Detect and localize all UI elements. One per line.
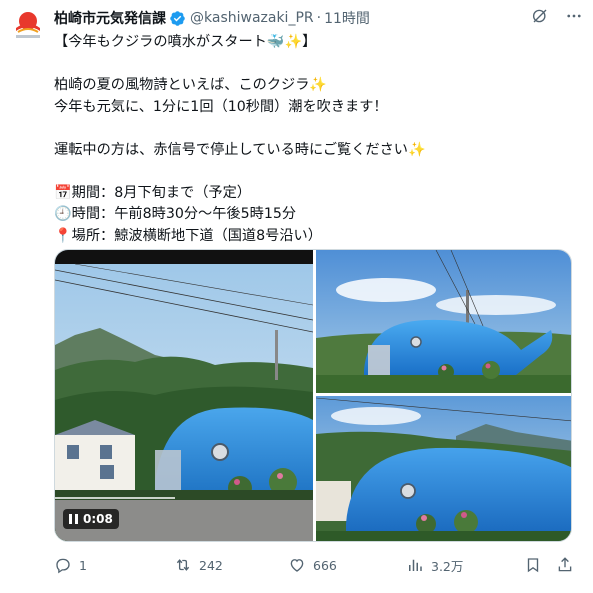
action-bar: 1 242 666 3.2万	[54, 555, 574, 575]
avatar[interactable]	[8, 4, 48, 44]
reply-count: 1	[79, 557, 87, 573]
author-name[interactable]: 柏崎市元気発信課	[54, 8, 166, 28]
repost-count: 242	[199, 557, 223, 573]
views-icon	[409, 559, 422, 571]
bookmark-button[interactable]	[524, 556, 542, 574]
post-line	[54, 118, 573, 140]
post-line: 📍場所：鯨波横断地下道（国道8号沿い）	[54, 227, 322, 244]
media-grid: 0:08	[54, 249, 572, 542]
views-count: 3.2万	[431, 558, 464, 574]
kashiwazaki-logo-icon	[8, 4, 48, 44]
like-button[interactable]: 666	[288, 556, 337, 574]
views-button[interactable]: 3.2万	[406, 556, 463, 575]
whale-video-image	[55, 250, 313, 541]
pause-icon[interactable]	[69, 514, 78, 524]
like-icon	[290, 559, 304, 572]
post-line	[54, 54, 573, 76]
video-duration-badge: 0:08	[63, 509, 119, 529]
post-line: 【今年もクジラの噴水がスタート🐳✨】	[54, 34, 317, 50]
whale-photo-1[interactable]	[316, 250, 571, 393]
post-line: 🕘時間：午前8時30分～午後5時15分	[54, 206, 297, 222]
post-line: 📅期間：8月下旬まで（予定）	[54, 184, 251, 201]
post-line	[54, 161, 573, 183]
whale-photo-image	[316, 250, 571, 393]
more-icon[interactable]	[565, 7, 583, 25]
video-player[interactable]: 0:08	[55, 250, 313, 541]
post-header: 柏崎市元気発信課 @kashiwazaki_PR · 11時間	[54, 7, 583, 29]
post-text: 【今年もクジラの噴水がスタート🐳✨】 柏崎の夏の風物詩といえば、このクジラ✨ 今年…	[54, 32, 573, 247]
whale-photo-image	[316, 396, 571, 541]
post-line: 今年も元気に、1分に1回（10秒間）潮を吹きます！	[54, 98, 388, 115]
reply-icon	[56, 558, 70, 574]
share-button[interactable]	[556, 556, 574, 574]
bookmark-icon	[527, 558, 539, 573]
post-line: 運転中の方は、赤信号で停止している時にご覧ください✨	[54, 141, 426, 158]
whale-photo-2[interactable]	[316, 396, 571, 541]
post-time[interactable]: 11時間	[324, 8, 370, 28]
post-line: 柏崎の夏の風物詩といえば、このクジラ✨	[54, 77, 328, 93]
reply-button[interactable]: 1	[54, 556, 87, 574]
verified-badge-icon	[169, 10, 186, 27]
author-handle[interactable]: @kashiwazaki_PR	[190, 10, 314, 26]
like-count: 666	[313, 557, 337, 573]
grok-icon[interactable]	[531, 7, 549, 25]
share-icon	[558, 557, 572, 572]
repost-icon	[176, 559, 190, 571]
repost-button[interactable]: 242	[174, 556, 223, 574]
separator-dot: ·	[316, 10, 322, 26]
video-duration: 0:08	[83, 512, 113, 526]
